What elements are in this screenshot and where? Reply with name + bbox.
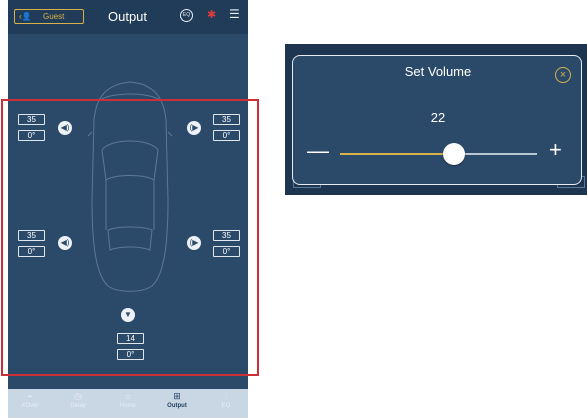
nav-label: Home — [119, 403, 136, 409]
grid-icon: ⊞ — [173, 391, 181, 401]
decrease-button[interactable]: — — [307, 140, 329, 162]
guest-label: Guest — [43, 12, 65, 21]
menu-icon[interactable]: ☰ — [229, 7, 240, 21]
close-icon[interactable]: × — [555, 67, 571, 83]
bottom-nav: ⌁ XOver ◷ Delay ⌂ Home ⊞ Output ⫶ EQ — [8, 389, 248, 418]
nav-label: Delay — [70, 403, 86, 409]
page-title: Output — [108, 9, 148, 24]
nav-label: Output — [167, 403, 187, 409]
home-icon: ⌂ — [125, 391, 131, 401]
nav-item-delay[interactable]: ◷ Delay — [56, 391, 100, 409]
volume-slider-fill — [340, 153, 455, 155]
volume-slider-thumb[interactable] — [443, 143, 466, 165]
guest-icon: ‹👤 — [19, 12, 32, 21]
bluetooth-icon[interactable]: ✱ — [207, 8, 216, 21]
set-volume-dialog: Set Volume × 22 — + — [292, 55, 582, 185]
increase-button[interactable]: + — [549, 139, 562, 161]
top-bar: ‹👤 Guest Output EQ ✱ ☰ — [8, 0, 248, 34]
nav-label: EQ — [221, 403, 231, 409]
nav-item-output[interactable]: ⊞ Output — [155, 391, 199, 409]
nav-item-home[interactable]: ⌂ Home — [106, 391, 150, 409]
clock-icon: ◷ — [74, 391, 82, 401]
nav-item-xover[interactable]: ⌁ XOver — [8, 391, 52, 409]
eq-icon[interactable]: EQ — [180, 9, 193, 22]
nav-item-eq[interactable]: ⫶ EQ — [204, 391, 248, 409]
guest-button[interactable]: ‹👤 Guest — [14, 9, 84, 24]
nav-label: XOver — [21, 403, 39, 409]
highlight-frame — [1, 99, 259, 376]
sliders-icon: ⫶ — [224, 391, 228, 401]
volume-value: 22 — [430, 110, 446, 125]
dialog-title: Set Volume — [404, 64, 472, 79]
xover-icon: ⌁ — [27, 391, 33, 401]
volume-slider-track[interactable] — [340, 153, 537, 155]
